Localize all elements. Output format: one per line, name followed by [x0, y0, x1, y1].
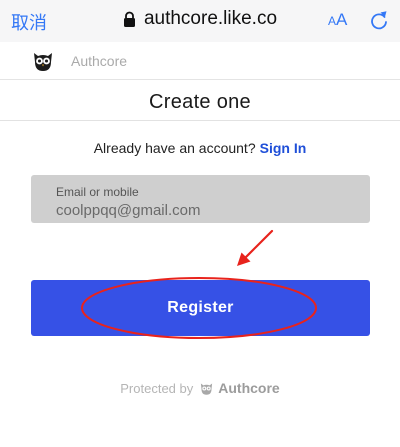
- register-button[interactable]: Register: [31, 280, 370, 336]
- owl-footer-icon: [201, 383, 213, 395]
- footer: Protected by Authcore: [0, 380, 400, 396]
- protected-by-text: Protected by: [120, 380, 194, 396]
- page-title: Create one: [149, 91, 251, 113]
- email-input[interactable]: [56, 202, 356, 219]
- owl-logo-icon: [34, 53, 52, 71]
- app-header: Authcore: [0, 42, 400, 80]
- signin-prompt-text: Already have an account?: [93, 140, 256, 156]
- annotation-arrow-head: [237, 252, 251, 266]
- email-field[interactable]: Email or mobile: [31, 175, 370, 223]
- brand-name: Authcore: [71, 53, 128, 69]
- text-size-button[interactable]: AA: [328, 10, 347, 30]
- lock-icon: [123, 11, 135, 27]
- signin-link[interactable]: Sign In: [260, 140, 307, 156]
- title-divider: [0, 120, 400, 121]
- footer-brand: Authcore: [218, 380, 280, 396]
- signin-prompt: Already have an account? Sign In: [0, 140, 400, 156]
- email-field-label: Email or mobile: [56, 185, 139, 199]
- annotation-arrow-line: [242, 229, 274, 261]
- reload-icon[interactable]: [369, 9, 389, 31]
- browser-toolbar: 取消 authcore.like.co AA: [0, 0, 400, 42]
- url-text: authcore.like.co: [143, 8, 278, 29]
